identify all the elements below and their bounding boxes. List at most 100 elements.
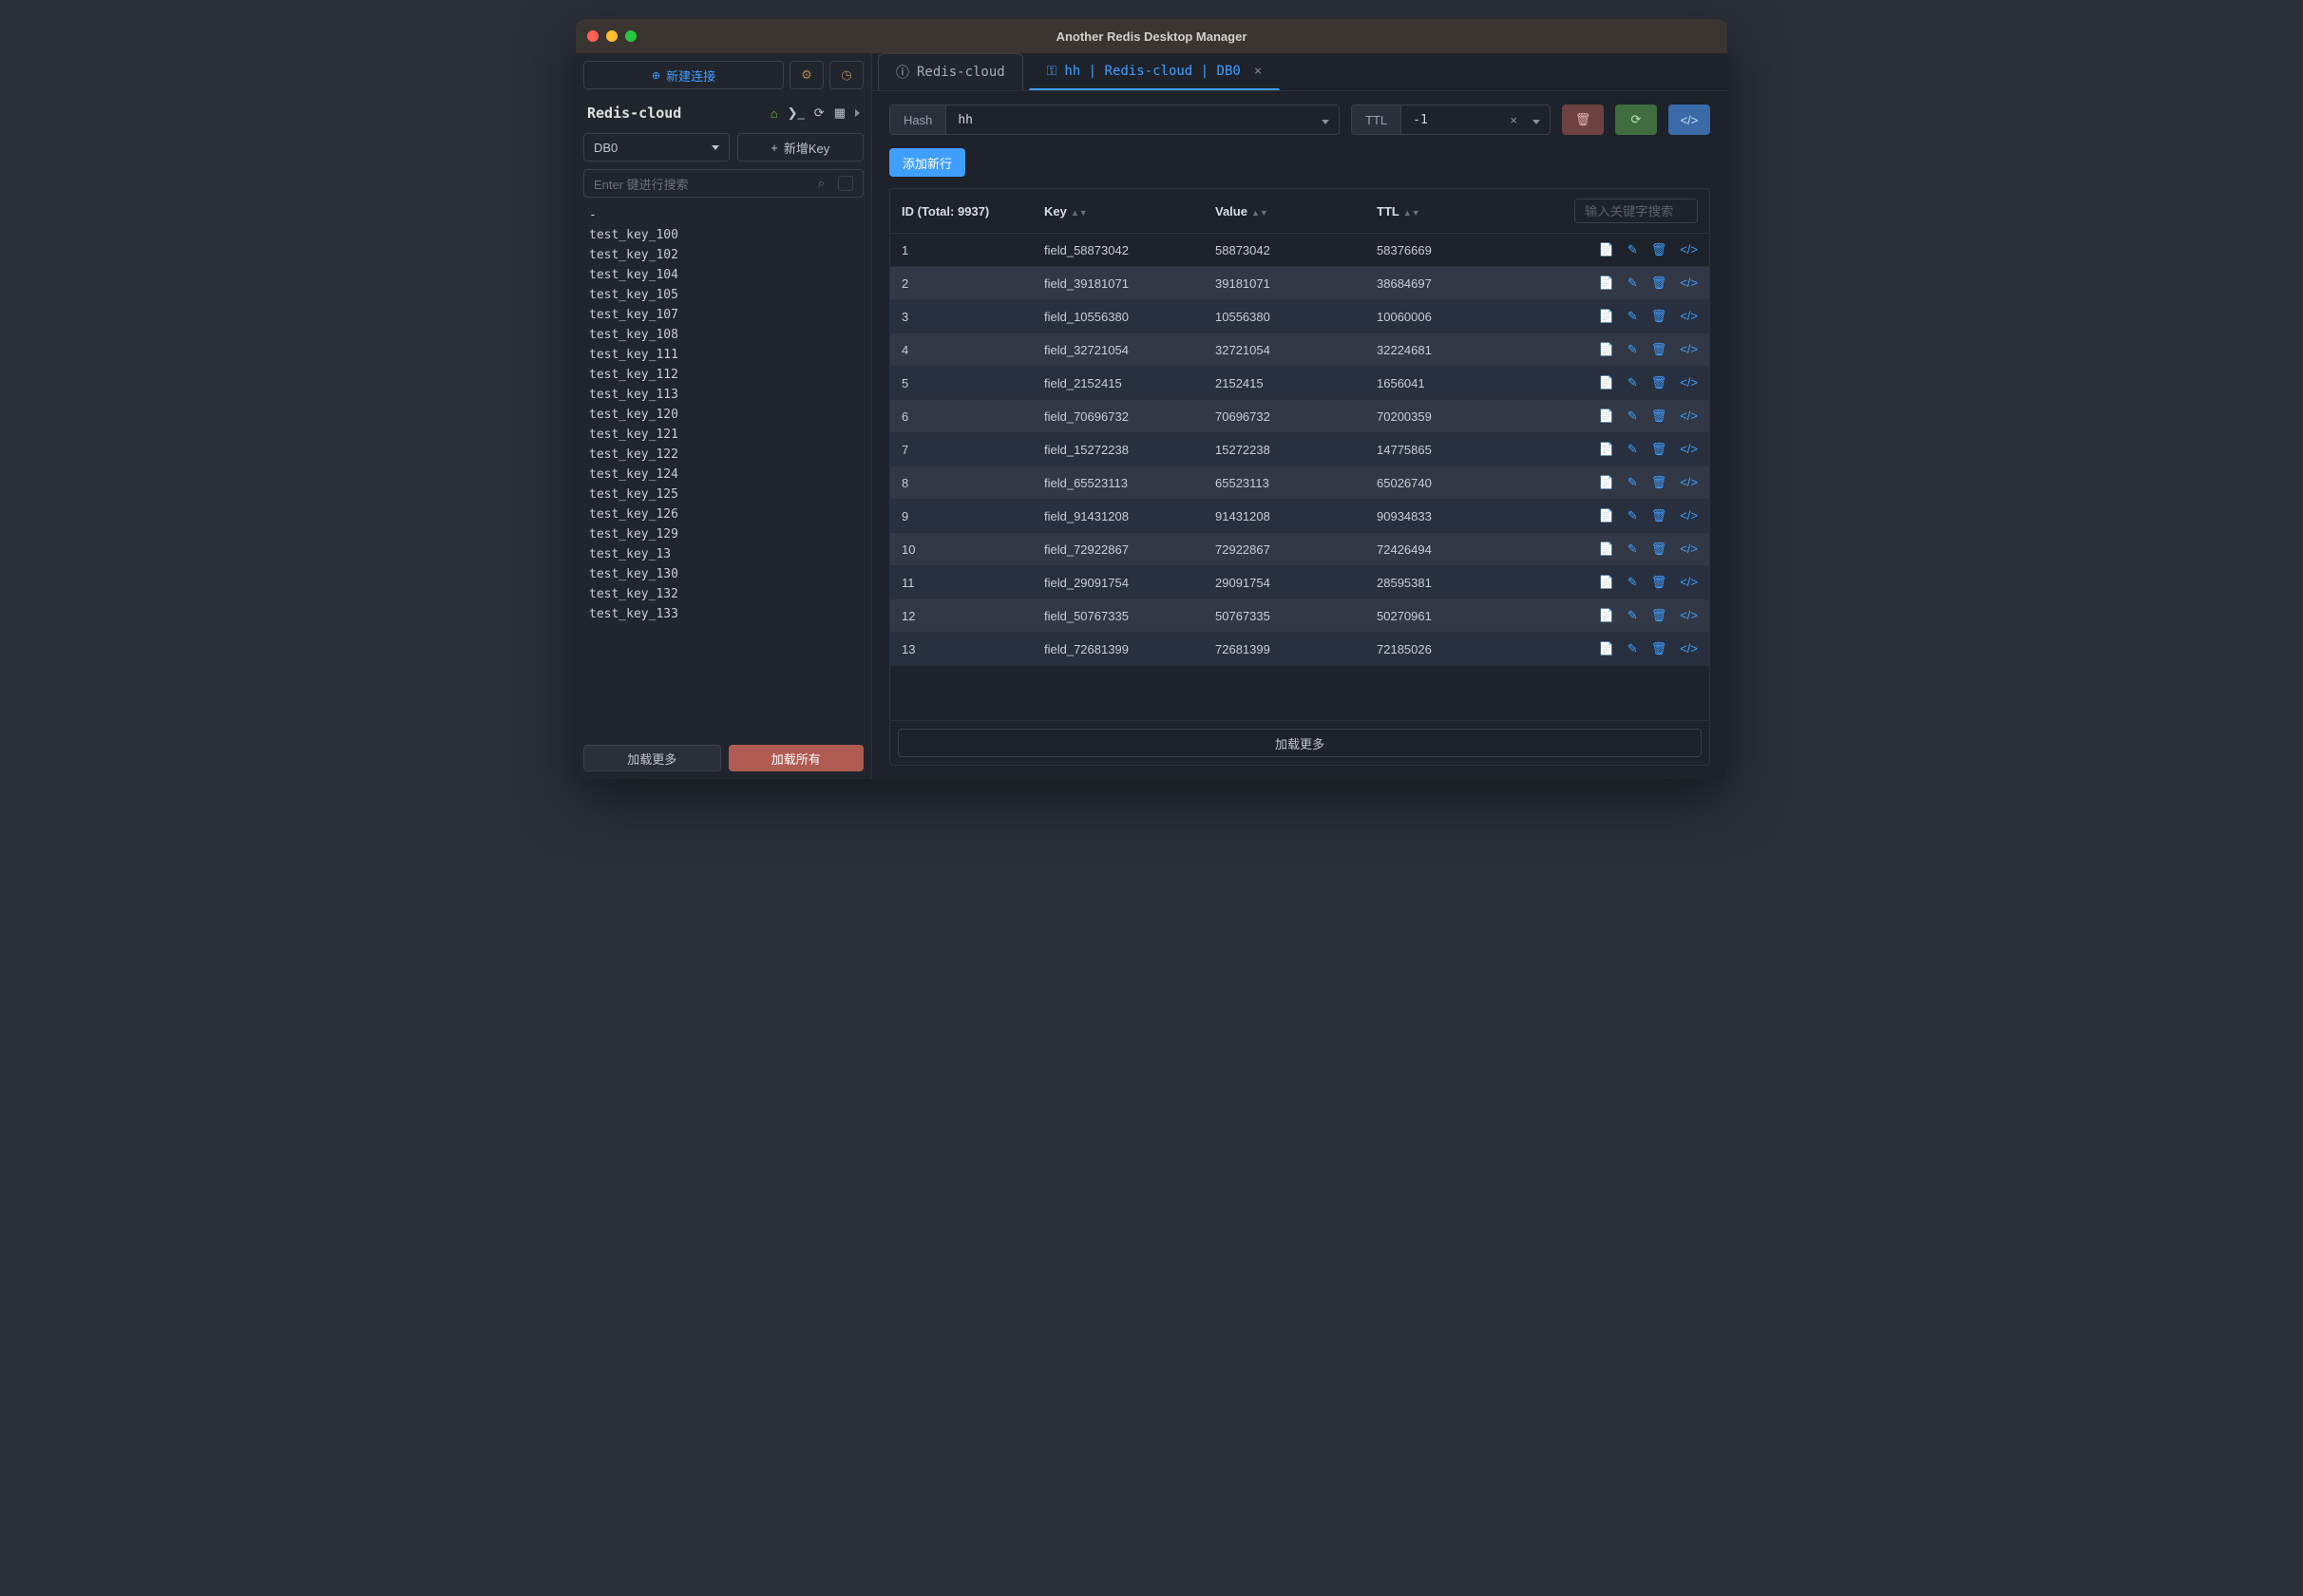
key-list-item[interactable]: test_key_122 (583, 445, 864, 465)
tab-key-detail[interactable]: ⚿ hh | Redis-cloud | DB0 × (1029, 53, 1281, 90)
sidebar-load-all-button[interactable]: 加载所有 (729, 745, 865, 771)
key-list-item[interactable]: test_key_124 (583, 465, 864, 484)
edit-icon[interactable]: ✎ (1627, 475, 1638, 490)
key-name-input[interactable]: hh (946, 113, 1312, 127)
ttl-header[interactable]: TTL▲▼ (1377, 204, 1500, 218)
copy-icon[interactable]: 📄 (1599, 608, 1614, 623)
history-button[interactable]: ◷ (829, 61, 864, 89)
delete-row-icon[interactable]: 🗑 (1651, 508, 1667, 523)
delete-row-icon[interactable]: 🗑 (1651, 276, 1667, 291)
ttl-dropdown[interactable] (1523, 113, 1550, 127)
home-icon[interactable]: ⌂ (771, 106, 778, 121)
code-row-icon[interactable]: </> (1680, 542, 1698, 557)
edit-icon[interactable]: ✎ (1627, 442, 1638, 457)
edit-icon[interactable]: ✎ (1627, 242, 1638, 257)
code-row-icon[interactable]: </> (1680, 375, 1698, 390)
table-row[interactable]: 6field_706967327069673270200359📄✎🗑</> (890, 400, 1709, 433)
key-header[interactable]: Key▲▼ (1044, 204, 1215, 218)
key-search-input[interactable]: Enter 键进行搜索 ⌕ (583, 169, 864, 198)
refresh-connection-icon[interactable]: ⟳ (814, 105, 825, 121)
edit-icon[interactable]: ✎ (1627, 276, 1638, 291)
table-row[interactable]: 13field_726813997268139972185026📄✎🗑</> (890, 633, 1709, 666)
new-connection-button[interactable]: ⊕ 新建连接 (583, 61, 784, 89)
copy-icon[interactable]: 📄 (1599, 442, 1614, 457)
edit-icon[interactable]: ✎ (1627, 408, 1638, 424)
delete-row-icon[interactable]: 🗑 (1651, 408, 1667, 424)
value-header[interactable]: Value▲▼ (1215, 204, 1377, 218)
expand-icon[interactable] (855, 109, 860, 117)
key-list-item[interactable]: test_key_111 (583, 345, 864, 365)
code-row-icon[interactable]: </> (1680, 342, 1698, 357)
delete-row-icon[interactable]: 🗑 (1651, 475, 1667, 490)
key-list-item[interactable]: test_key_107 (583, 305, 864, 325)
table-row[interactable]: 8field_655231136552311365026740📄✎🗑</> (890, 466, 1709, 500)
delete-row-icon[interactable]: 🗑 (1651, 309, 1667, 324)
sort-icon[interactable]: ▲▼ (1251, 208, 1268, 218)
key-list-item[interactable]: test_key_132 (583, 584, 864, 604)
key-list-item[interactable]: test_key_126 (583, 504, 864, 524)
key-list-item[interactable]: test_key_120 (583, 405, 864, 425)
copy-icon[interactable]: 📄 (1599, 542, 1614, 557)
delete-row-icon[interactable]: 🗑 (1651, 442, 1667, 457)
key-list-item[interactable]: test_key_121 (583, 425, 864, 445)
delete-row-icon[interactable]: 🗑 (1651, 375, 1667, 390)
db-select[interactable]: DB0 (583, 133, 730, 162)
delete-row-icon[interactable]: 🗑 (1651, 641, 1667, 656)
window-close-icon[interactable] (587, 30, 599, 42)
key-list-item[interactable]: test_key_125 (583, 484, 864, 504)
key-list-item[interactable]: test_key_104 (583, 265, 864, 285)
window-maximize-icon[interactable] (625, 30, 637, 42)
new-key-button[interactable]: + 新增Key (737, 133, 865, 162)
code-row-icon[interactable]: </> (1680, 608, 1698, 623)
code-row-icon[interactable]: </> (1680, 442, 1698, 457)
settings-button[interactable]: ⚙ (790, 61, 824, 89)
ttl-clear-icon[interactable]: × (1504, 113, 1523, 127)
key-list-item[interactable]: test_key_129 (583, 524, 864, 544)
terminal-icon[interactable]: ❯_ (788, 105, 805, 121)
table-row[interactable]: 4field_327210543272105432224681📄✎🗑</> (890, 333, 1709, 367)
table-row[interactable]: 11field_290917542909175428595381📄✎🗑</> (890, 566, 1709, 599)
connection-name[interactable]: Redis-cloud (587, 104, 681, 122)
code-row-icon[interactable]: </> (1680, 475, 1698, 490)
delete-row-icon[interactable]: 🗑 (1651, 575, 1667, 590)
grid-icon[interactable]: ▦ (834, 105, 846, 121)
sort-icon[interactable]: ▲▼ (1071, 208, 1088, 218)
code-row-icon[interactable]: </> (1680, 508, 1698, 523)
edit-icon[interactable]: ✎ (1627, 641, 1638, 656)
table-row[interactable]: 7field_152722381527223814775865📄✎🗑</> (890, 433, 1709, 466)
table-row[interactable]: 10field_729228677292286772426494📄✎🗑</> (890, 533, 1709, 566)
copy-icon[interactable]: 📄 (1599, 375, 1614, 390)
code-view-button[interactable]: </> (1668, 104, 1710, 135)
code-row-icon[interactable]: </> (1680, 242, 1698, 257)
key-list-item[interactable]: test_key_105 (583, 285, 864, 305)
delete-row-icon[interactable]: 🗑 (1651, 242, 1667, 257)
key-rename-dropdown[interactable] (1312, 113, 1339, 127)
code-row-icon[interactable]: </> (1680, 408, 1698, 424)
delete-key-button[interactable]: 🗑 (1562, 104, 1604, 135)
edit-icon[interactable]: ✎ (1627, 542, 1638, 557)
key-list-item[interactable]: test_key_108 (583, 325, 864, 345)
code-row-icon[interactable]: </> (1680, 309, 1698, 324)
code-row-icon[interactable]: </> (1680, 276, 1698, 291)
table-body[interactable]: 1field_588730425887304258376669📄✎🗑</>2fi… (890, 234, 1709, 720)
add-row-button[interactable]: 添加新行 (889, 148, 965, 177)
table-row[interactable]: 9field_914312089143120890934833📄✎🗑</> (890, 500, 1709, 533)
search-icon[interactable]: ⌕ (818, 176, 825, 191)
copy-icon[interactable]: 📄 (1599, 641, 1614, 656)
edit-icon[interactable]: ✎ (1627, 608, 1638, 623)
copy-icon[interactable]: 📄 (1599, 408, 1614, 424)
sort-icon[interactable]: ▲▼ (1403, 208, 1420, 218)
sidebar-load-more-button[interactable]: 加载更多 (583, 745, 721, 771)
table-row[interactable]: 12field_507673355076733550270961📄✎🗑</> (890, 599, 1709, 633)
edit-icon[interactable]: ✎ (1627, 575, 1638, 590)
key-list-item[interactable]: test_key_102 (583, 245, 864, 265)
exact-match-checkbox[interactable] (838, 176, 853, 191)
window-minimize-icon[interactable] (606, 30, 618, 42)
edit-icon[interactable]: ✎ (1627, 375, 1638, 390)
copy-icon[interactable]: 📄 (1599, 242, 1614, 257)
table-filter-input[interactable] (1574, 199, 1698, 223)
code-row-icon[interactable]: </> (1680, 575, 1698, 590)
ttl-input[interactable]: -1 (1401, 113, 1504, 127)
copy-icon[interactable]: 📄 (1599, 475, 1614, 490)
copy-icon[interactable]: 📄 (1599, 276, 1614, 291)
